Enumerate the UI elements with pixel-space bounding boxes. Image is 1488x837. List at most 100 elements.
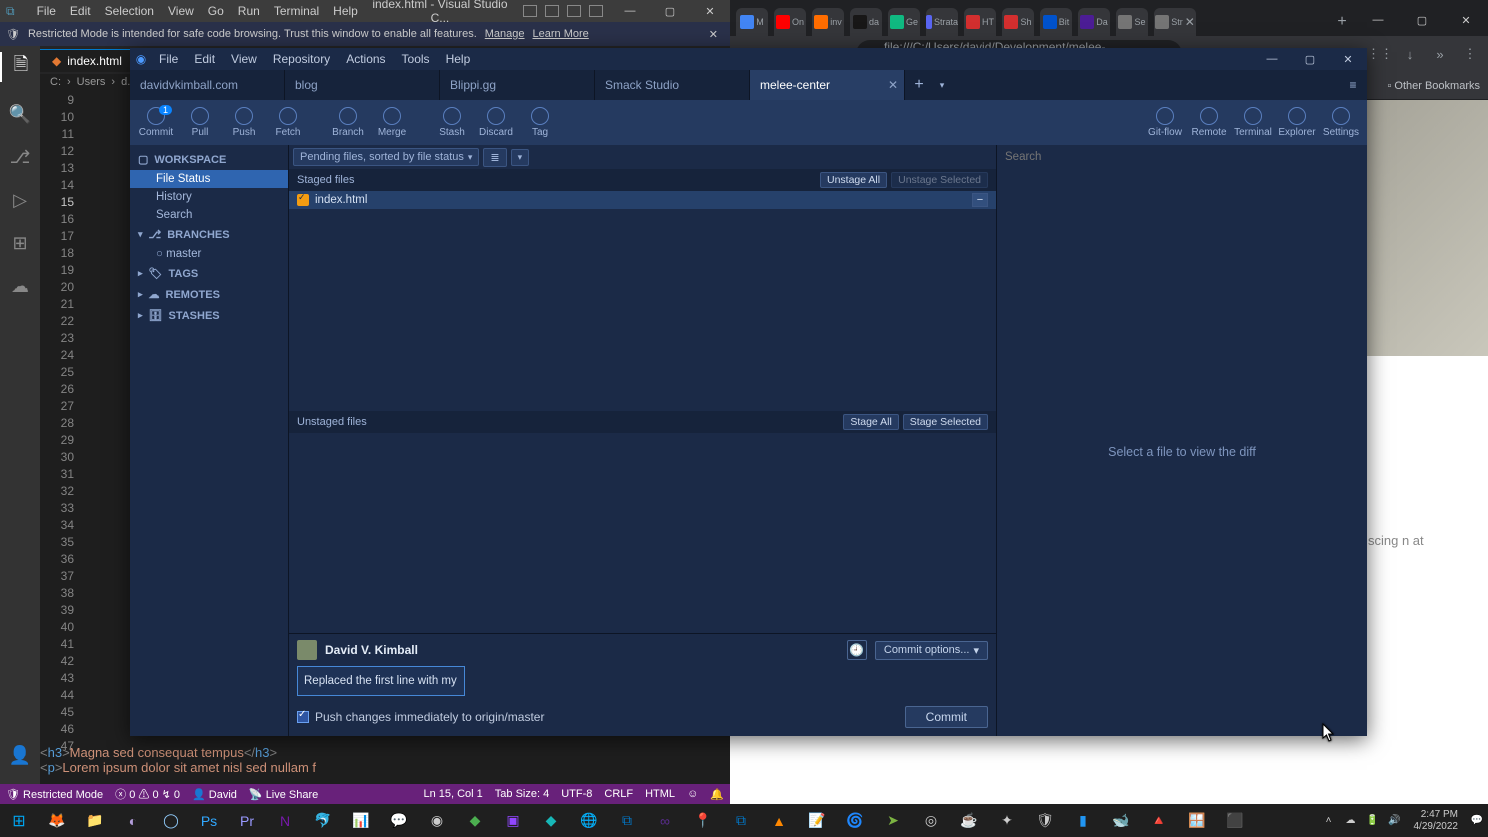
fetch-button[interactable]: Fetch <box>266 107 310 138</box>
chrome-tab-5[interactable]: Strata <box>926 8 958 36</box>
repo-tab-close[interactable]: ✕ <box>888 78 898 92</box>
vscode-menu-edit[interactable]: Edit <box>64 2 97 20</box>
branches-header[interactable]: ▾ ⎇ BRANCHES <box>130 224 288 245</box>
taskbar-twitch-icon[interactable]: ▣ <box>494 804 532 837</box>
user-status[interactable]: 👤 David <box>192 788 237 801</box>
panel-left-icon[interactable] <box>523 5 537 17</box>
taskbar-star-icon[interactable]: ✦ <box>988 804 1026 837</box>
taskbar-epic-icon[interactable]: 🛡 <box>1026 804 1064 837</box>
vscode-maximize-button[interactable]: ▢ <box>650 0 690 22</box>
extensions-icon[interactable]: ⋮⋮ <box>1368 42 1392 66</box>
taskbar-pr-icon[interactable]: Pr <box>228 804 266 837</box>
chrome-tab-9[interactable]: Da <box>1078 8 1110 36</box>
notifications-icon[interactable]: 🔔 <box>710 788 724 801</box>
chrome-tab-10[interactable]: Se <box>1116 8 1148 36</box>
repo-tab-davidvkimball-com[interactable]: davidvkimball.com <box>130 70 285 100</box>
stashes-header[interactable]: ▸ 🗄 STASHES <box>130 305 288 326</box>
unstage-file-button[interactable]: − <box>972 193 988 207</box>
chrome-menu-icon[interactable]: » <box>1428 42 1452 66</box>
learn-more-link[interactable]: Learn More <box>533 28 589 40</box>
unstage-all-button[interactable]: Unstage All <box>820 172 887 188</box>
staged-files-list[interactable]: index.html − <box>289 191 996 411</box>
workspace-search[interactable]: Search <box>130 206 288 224</box>
panel-bottom-icon[interactable] <box>545 5 559 17</box>
taskbar-ring-icon[interactable]: ◎ <box>912 804 950 837</box>
new-repo-dropdown[interactable]: ▾ <box>933 70 951 100</box>
taskbar-vs-icon[interactable]: ∞ <box>646 804 684 837</box>
tray-cloud-icon[interactable]: ☁ <box>1340 815 1362 826</box>
taskbar-chrome-icon[interactable]: 🌐 <box>570 804 608 837</box>
vscode-close-button[interactable]: ✕ <box>690 0 730 22</box>
taskbar-arrow-icon[interactable]: ➤ <box>874 804 912 837</box>
editor-tab-index-html[interactable]: ◆ index.html <box>40 49 134 72</box>
chrome-close-button[interactable]: ✕ <box>1444 4 1488 36</box>
remote-activity-icon[interactable]: ☁ <box>11 276 29 297</box>
remotes-header[interactable]: ▸ ☁ REMOTES <box>130 284 288 305</box>
repo-tab-blog[interactable]: blog <box>285 70 440 100</box>
repo-tabs-menu-button[interactable]: ≡ <box>1339 70 1367 100</box>
taskbar-clock[interactable]: 2:47 PM4/29/2022 <box>1406 809 1467 833</box>
workspace-file-status[interactable]: File Status <box>130 170 288 188</box>
tray-chevron-icon[interactable]: ˄ <box>1318 815 1340 826</box>
taskbar-ps-icon[interactable]: Ps <box>190 804 228 837</box>
push-button[interactable]: Push <box>222 107 266 138</box>
run-debug-activity-icon[interactable]: ▷ <box>13 190 27 211</box>
sourcetree-minimize-button[interactable]: — <box>1253 48 1291 70</box>
other-bookmarks-folder[interactable]: ▫ Other Bookmarks <box>1387 80 1480 92</box>
source-control-activity-icon[interactable]: ⎇ <box>10 147 31 168</box>
commit-history-button[interactable]: 🕘 <box>847 640 867 660</box>
chrome-tab-7[interactable]: Sh <box>1002 8 1034 36</box>
taskbar-dolphin-icon[interactable]: 🐬 <box>304 804 342 837</box>
stage-selected-button[interactable]: Stage Selected <box>903 414 988 430</box>
repo-tab-smack-studio[interactable]: Smack Studio <box>595 70 750 100</box>
workspace-header[interactable]: ▢ WORKSPACE <box>130 149 288 170</box>
chrome-maximize-button[interactable]: ▢ <box>1400 4 1444 36</box>
gitflow-button[interactable]: Git-flow <box>1143 107 1187 138</box>
tray-notifications-icon[interactable]: 💬 <box>1466 815 1488 826</box>
taskbar-cmd-icon[interactable]: ⬛ <box>1216 804 1254 837</box>
tags-header[interactable]: ▸ 🏷 TAGS <box>130 263 288 284</box>
push-immediately-checkbox[interactable] <box>297 711 309 723</box>
merge-button[interactable]: Merge <box>370 107 414 138</box>
taskbar-coffee-icon[interactable]: ☕ <box>950 804 988 837</box>
chrome-minimize-button[interactable]: — <box>1356 4 1400 36</box>
commit-message-input[interactable] <box>297 666 465 696</box>
taskbar-spiral-icon[interactable]: 🌀 <box>836 804 874 837</box>
encoding-status[interactable]: UTF-8 <box>561 788 592 800</box>
taskbar-discord-icon[interactable]: 💬 <box>380 804 418 837</box>
chrome-tab-2[interactable]: inv <box>812 8 844 36</box>
accounts-activity-icon[interactable]: 👤 <box>9 745 31 766</box>
stage-all-button[interactable]: Stage All <box>843 414 898 430</box>
tray-battery-icon[interactable]: 🔋 <box>1362 815 1384 826</box>
sourcetree-menu-actions[interactable]: Actions <box>339 50 392 68</box>
sourcetree-menu-view[interactable]: View <box>224 50 264 68</box>
explorer-activity-icon[interactable]: 🗎 <box>0 52 40 82</box>
staged-file-row[interactable]: index.html − <box>289 191 996 209</box>
taskbar-vscode2-icon[interactable]: ⧉ <box>722 804 760 837</box>
chrome-tab-0[interactable]: M <box>736 8 768 36</box>
explorer-button[interactable]: Explorer <box>1275 107 1319 138</box>
settings-button[interactable]: Settings <box>1319 107 1363 138</box>
taskbar-whale-icon[interactable]: 🐋 <box>1102 804 1140 837</box>
repo-tab-melee-center[interactable]: melee-center✕ <box>750 70 905 100</box>
liveshare-status[interactable]: 📡 Live Share <box>249 788 318 801</box>
chrome-tab-6[interactable]: HT <box>964 8 996 36</box>
sourcetree-close-button[interactable]: ✕ <box>1329 48 1367 70</box>
pending-files-filter[interactable]: Pending files, sorted by file status▾ <box>293 148 479 166</box>
chrome-kebab-icon[interactable]: ⋮ <box>1458 42 1482 66</box>
taskbar-explorer-icon[interactable]: 📁 <box>76 804 114 837</box>
unstaged-files-list[interactable] <box>289 433 996 633</box>
sourcetree-menu-repository[interactable]: Repository <box>266 50 337 68</box>
banner-close-button[interactable]: ✕ <box>703 28 724 41</box>
commit-options-dropdown[interactable]: Commit options...▾ <box>875 641 988 660</box>
vscode-menu-go[interactable]: Go <box>202 2 230 20</box>
problems-status[interactable]: ⓧ 0 ⚠ 0 ↯ 0 <box>115 786 180 802</box>
vscode-menu-help[interactable]: Help <box>327 2 364 20</box>
chrome-tab-3[interactable]: da <box>850 8 882 36</box>
tag-button[interactable]: Tag <box>518 107 562 138</box>
chrome-tab-close[interactable]: ✕ <box>1185 15 1195 29</box>
vscode-menu-view[interactable]: View <box>162 2 200 20</box>
extensions-activity-icon[interactable]: ⊞ <box>12 233 27 254</box>
chrome-tab-8[interactable]: Bit <box>1040 8 1072 36</box>
restricted-mode-status[interactable]: 🛡 Restricted Mode <box>6 788 103 801</box>
